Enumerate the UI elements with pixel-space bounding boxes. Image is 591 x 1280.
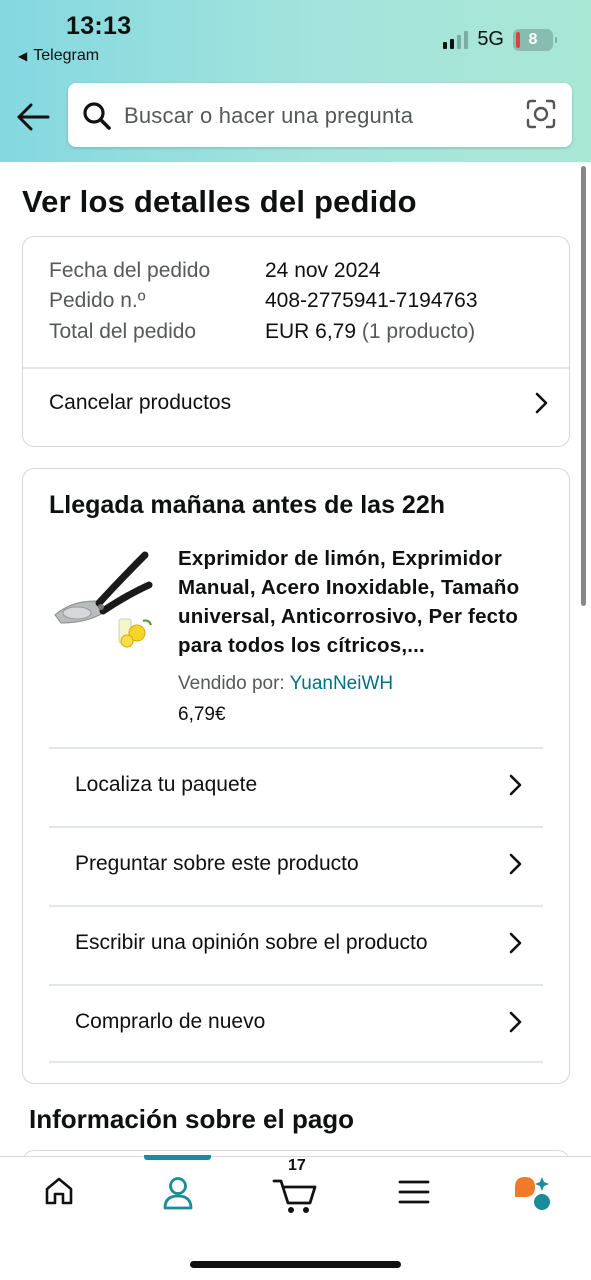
action-label: Preguntar sobre este producto bbox=[75, 852, 359, 875]
status-time: 13:13 bbox=[66, 12, 132, 40]
cart-count: 17 bbox=[288, 1157, 306, 1174]
camera-scan-icon[interactable] bbox=[526, 99, 556, 129]
order-number-label: Pedido n.º bbox=[49, 289, 146, 312]
assistant-icon[interactable] bbox=[512, 1173, 552, 1211]
order-total-value: EUR 6,79 (1 producto) bbox=[265, 320, 475, 344]
divider bbox=[23, 367, 569, 369]
cart-icon[interactable] bbox=[272, 1175, 318, 1215]
write-review-row[interactable]: Escribir una opinión sobre el producto bbox=[49, 905, 543, 984]
sold-by: Vendido por: YuanNeiWH bbox=[178, 673, 393, 695]
product-title-link[interactable]: Exprimidor de limón, Exprimidor Manual, … bbox=[178, 544, 548, 660]
menu-icon[interactable] bbox=[398, 1179, 430, 1205]
search-bar[interactable]: Buscar o hacer una pregunta bbox=[68, 83, 572, 147]
chevron-right-icon bbox=[509, 932, 522, 954]
network-label: 5G bbox=[477, 28, 504, 50]
back-to-app-link[interactable]: ◀ Telegram bbox=[18, 47, 99, 65]
bottom-tab-bar: 17 bbox=[0, 1155, 591, 1280]
scroll-indicator bbox=[581, 166, 586, 606]
battery-level: 8 bbox=[528, 30, 538, 48]
account-icon[interactable] bbox=[161, 1175, 195, 1211]
seller-link[interactable]: YuanNeiWH bbox=[290, 673, 394, 694]
ask-about-product-row[interactable]: Preguntar sobre este producto bbox=[49, 826, 543, 905]
order-number-value: 408-2775941-7194763 bbox=[265, 289, 478, 312]
product-image[interactable] bbox=[51, 549, 155, 649]
locate-package-row[interactable]: Localiza tu paquete bbox=[49, 747, 543, 826]
home-indicator bbox=[190, 1261, 401, 1268]
arrival-heading: Llegada mañana antes de las 22h bbox=[49, 491, 445, 519]
battery-icon: 8 bbox=[513, 28, 557, 51]
signal-icon bbox=[443, 30, 469, 49]
chevron-right-icon bbox=[509, 774, 522, 796]
back-app-label: Telegram bbox=[33, 47, 100, 64]
search-icon bbox=[83, 102, 111, 130]
order-date-label: Fecha del pedido bbox=[49, 259, 211, 282]
status-indicators: 5G 8 bbox=[443, 28, 557, 51]
sold-by-label: Vendido por: bbox=[178, 673, 285, 694]
order-date-value: 24 nov 2024 bbox=[265, 259, 381, 282]
buy-again-row[interactable]: Comprarlo de nuevo bbox=[49, 984, 543, 1063]
shipment-card: Llegada mañana antes de las 22h Exprimid… bbox=[22, 468, 570, 1084]
action-label: Localiza tu paquete bbox=[75, 773, 258, 796]
chevron-right-icon bbox=[535, 392, 548, 414]
header-area: 13:13 ◀ Telegram 5G 8 Buscar o hacer una… bbox=[0, 0, 591, 162]
order-total-count: (1 producto) bbox=[361, 320, 476, 343]
chevron-right-icon bbox=[509, 1011, 522, 1033]
active-tab-indicator bbox=[144, 1155, 211, 1160]
back-arrow-icon[interactable] bbox=[14, 99, 54, 135]
page-title: Ver los detalles del pedido bbox=[22, 184, 417, 219]
order-summary-card: Fecha del pedido 24 nov 2024 Pedido n.º … bbox=[22, 236, 570, 447]
cancel-products-row[interactable]: Cancelar productos bbox=[49, 391, 549, 415]
order-total-amount: EUR 6,79 bbox=[265, 320, 357, 343]
cancel-products-label: Cancelar productos bbox=[49, 391, 232, 414]
action-label: Escribir una opinión sobre el producto bbox=[75, 931, 428, 954]
chevron-right-icon bbox=[509, 853, 522, 875]
order-total-label: Total del pedido bbox=[49, 320, 197, 343]
back-triangle-icon: ◀ bbox=[18, 49, 28, 63]
search-placeholder[interactable]: Buscar o hacer una pregunta bbox=[124, 103, 413, 129]
home-icon[interactable] bbox=[43, 1175, 75, 1207]
product-price: 6,79€ bbox=[178, 704, 226, 725]
payment-info-heading: Información sobre el pago bbox=[29, 1104, 355, 1134]
action-label: Comprarlo de nuevo bbox=[75, 1010, 266, 1033]
